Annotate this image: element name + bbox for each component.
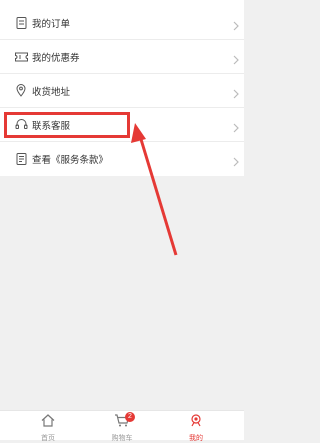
menu-item-label: 我的订单 — [32, 18, 71, 30]
coupon-icon — [14, 50, 28, 64]
tab-label: 首页 — [41, 435, 55, 442]
chevron-right-icon — [232, 18, 240, 30]
tab-cart[interactable]: 2 购物车 — [102, 411, 142, 442]
menu-item-my-coupons[interactable]: 我的优惠券 — [0, 40, 244, 74]
location-icon — [14, 84, 28, 98]
menu-item-label: 联系客服 — [32, 120, 71, 132]
menu-item-customer-service[interactable]: 联系客服 — [0, 108, 244, 142]
menu-list: 我的订单 我的优惠券 收货地址 联系客服 查看《服务条款》 — [0, 0, 244, 176]
menu-item-label: 我的优惠券 — [32, 52, 80, 64]
chevron-right-icon — [232, 52, 240, 64]
home-icon — [41, 414, 55, 432]
tab-home[interactable]: 首页 — [28, 411, 68, 442]
profile-icon — [189, 414, 203, 432]
bottom-tab-bar: 首页 2 购物车 我的 — [0, 410, 244, 442]
tab-label: 我的 — [189, 435, 203, 442]
chevron-right-icon — [232, 120, 240, 132]
chevron-right-icon — [232, 154, 240, 167]
customer-service-icon — [14, 118, 28, 132]
menu-item-my-orders[interactable]: 我的订单 — [0, 6, 244, 40]
tab-profile[interactable]: 我的 — [176, 411, 216, 442]
cart-count-badge: 2 — [125, 412, 135, 422]
menu-item-label: 查看《服务条款》 — [32, 155, 109, 166]
order-icon — [14, 16, 28, 30]
chevron-right-icon — [232, 86, 240, 98]
menu-item-shipping-address[interactable]: 收货地址 — [0, 74, 244, 108]
tab-label: 购物车 — [111, 435, 133, 442]
menu-item-terms-of-service[interactable]: 查看《服务条款》 — [0, 142, 244, 176]
terms-icon — [14, 152, 28, 166]
menu-item-label: 收货地址 — [32, 86, 71, 98]
